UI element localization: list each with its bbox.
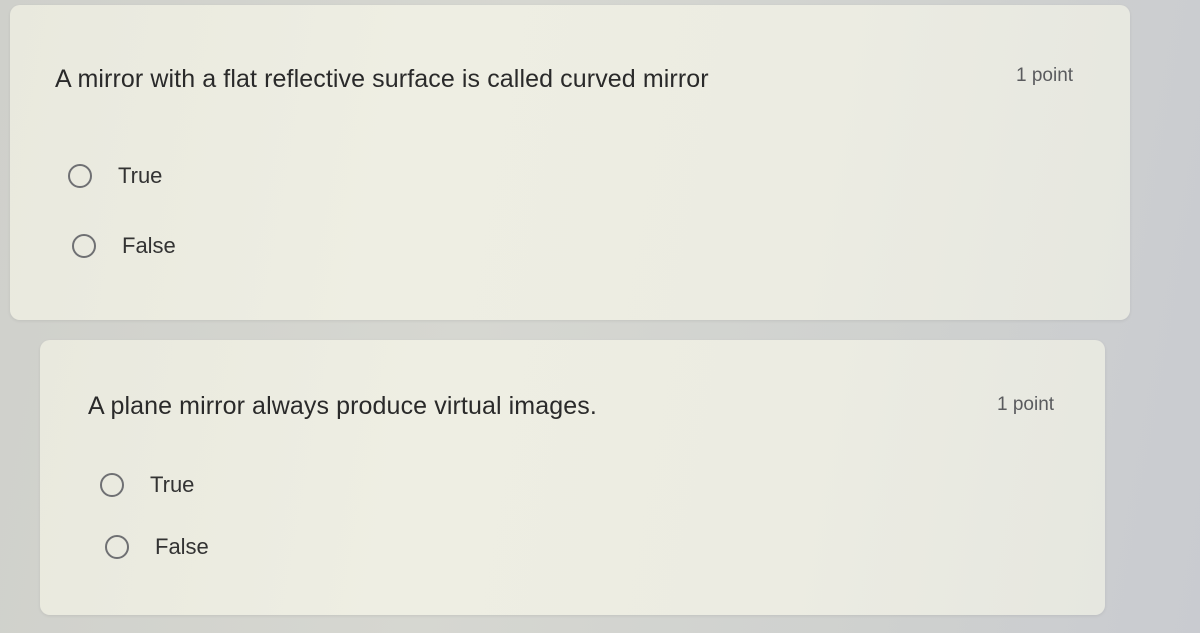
option-false[interactable]: False — [105, 534, 209, 560]
points-label: 1 point — [997, 394, 1055, 415]
radio-button-icon[interactable] — [100, 473, 124, 497]
option-label: True — [150, 472, 195, 497]
option-true[interactable]: True — [100, 472, 194, 498]
radio-button-icon[interactable] — [68, 164, 92, 188]
radio-button-icon[interactable] — [72, 234, 96, 258]
option-true[interactable]: True — [68, 163, 162, 189]
points-label: 1 point — [1016, 65, 1074, 86]
option-label: True — [118, 163, 163, 188]
option-false[interactable]: False — [72, 233, 176, 259]
option-label: False — [122, 233, 176, 258]
question-title: A mirror with a flat reflective surface … — [55, 65, 709, 93]
question-card: A mirror with a flat reflective surface … — [10, 5, 1130, 320]
option-label: False — [155, 534, 209, 559]
question-card: A plane mirror always produce virtual im… — [40, 340, 1105, 615]
question-title: A plane mirror always produce virtual im… — [88, 392, 597, 420]
radio-button-icon[interactable] — [105, 535, 129, 559]
